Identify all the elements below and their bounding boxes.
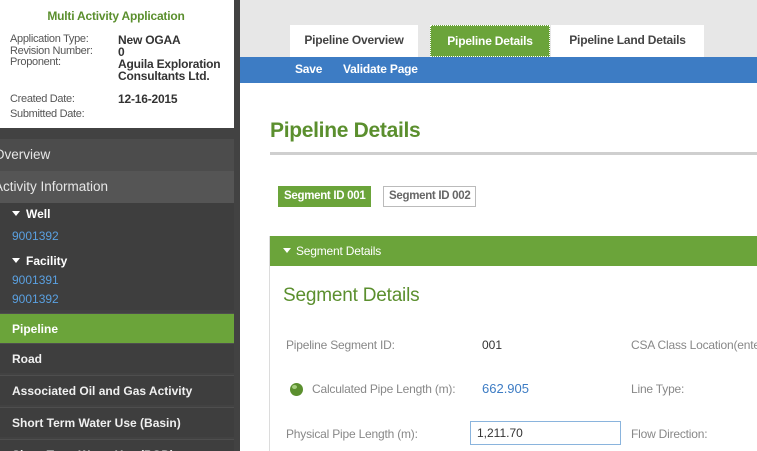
proponent-label: Proponent: xyxy=(10,56,61,68)
segment-details-title: Segment Details xyxy=(283,285,420,306)
nav-short-term-water-use-pod[interactable]: Short Term Water Use (POD) xyxy=(0,439,234,451)
nav-facility-item[interactable]: 9001392 xyxy=(12,290,59,308)
nav-associated-oil-gas-activity[interactable]: Associated Oil and Gas Activity xyxy=(0,375,234,405)
nav-road[interactable]: Road xyxy=(0,343,234,373)
application-info-panel: Multi Activity Application Application T… xyxy=(0,0,240,128)
segment-details-header-label: Segment Details xyxy=(296,244,382,258)
application-type-value: New OGAA xyxy=(118,33,181,47)
segment-001-button[interactable]: Segment ID 001 xyxy=(278,186,372,207)
nav-well-item[interactable]: 9001392 xyxy=(12,227,59,245)
main-content: Pipeline Overview Pipeline Details Pipel… xyxy=(240,0,757,451)
calculated-status-icon xyxy=(290,383,303,396)
segment-details-panel: Segment Details Segment Details Pipeline… xyxy=(269,236,757,451)
tab-pipeline-land-details[interactable]: Pipeline Land Details xyxy=(551,25,704,57)
action-bar: Save Validate Page xyxy=(240,57,757,83)
calculated-pipe-length-label: Calculated Pipe Length (m): xyxy=(312,382,456,396)
title-divider xyxy=(270,152,757,155)
csa-class-location-label: CSA Class Location(ente xyxy=(631,338,757,352)
application-type-label: Application Type: xyxy=(10,33,89,45)
caret-down-icon xyxy=(12,211,20,217)
tab-pipeline-overview[interactable]: Pipeline Overview xyxy=(290,25,418,57)
nav-short-term-water-use-basin[interactable]: Short Term Water Use (Basin) xyxy=(0,407,234,437)
caret-down-icon xyxy=(283,248,291,253)
nav-well-label: Well xyxy=(26,207,51,221)
created-date-value: 12-16-2015 xyxy=(118,92,178,106)
nav-facility-item[interactable]: 9001391 xyxy=(12,271,59,289)
physical-pipe-length-label: Physical Pipe Length (m): xyxy=(286,427,418,441)
tab-pipeline-details[interactable]: Pipeline Details xyxy=(430,25,550,57)
caret-down-icon xyxy=(12,258,20,264)
line-type-label: Line Type: xyxy=(631,382,685,396)
proponent-value-line2: Consultants Ltd. xyxy=(118,69,210,83)
segment-details-header[interactable]: Segment Details xyxy=(270,236,757,266)
pipeline-segment-id-value: 001 xyxy=(482,338,503,352)
created-date-label: Created Date: xyxy=(10,93,75,105)
segment-002-button[interactable]: Segment ID 002 xyxy=(383,186,477,207)
pipeline-segment-id-label: Pipeline Segment ID: xyxy=(286,338,395,352)
nav-pipeline[interactable]: Pipeline xyxy=(0,313,234,343)
nav-activity-information[interactable]: Activity Information xyxy=(0,171,234,203)
calculated-pipe-length-value: 662.905 xyxy=(482,381,529,396)
nav-facility-label: Facility xyxy=(26,254,68,268)
physical-pipe-length-input[interactable] xyxy=(470,421,621,445)
flow-direction-label: Flow Direction: xyxy=(631,427,708,441)
submitted-date-label: Submitted Date: xyxy=(10,108,85,120)
application-title: Multi Activity Application xyxy=(47,9,185,23)
nav-well-toggle[interactable]: Well xyxy=(0,204,234,224)
tab-bar: Pipeline Overview Pipeline Details Pipel… xyxy=(240,0,757,57)
save-button[interactable]: Save xyxy=(295,57,322,83)
validate-page-button[interactable]: Validate Page xyxy=(343,57,418,83)
sidebar: Multi Activity Application Application T… xyxy=(0,0,240,451)
page-title: Pipeline Details xyxy=(270,119,421,142)
nav-overview[interactable]: Overview xyxy=(0,139,234,171)
nav-facility-toggle[interactable]: Facility xyxy=(0,251,234,271)
